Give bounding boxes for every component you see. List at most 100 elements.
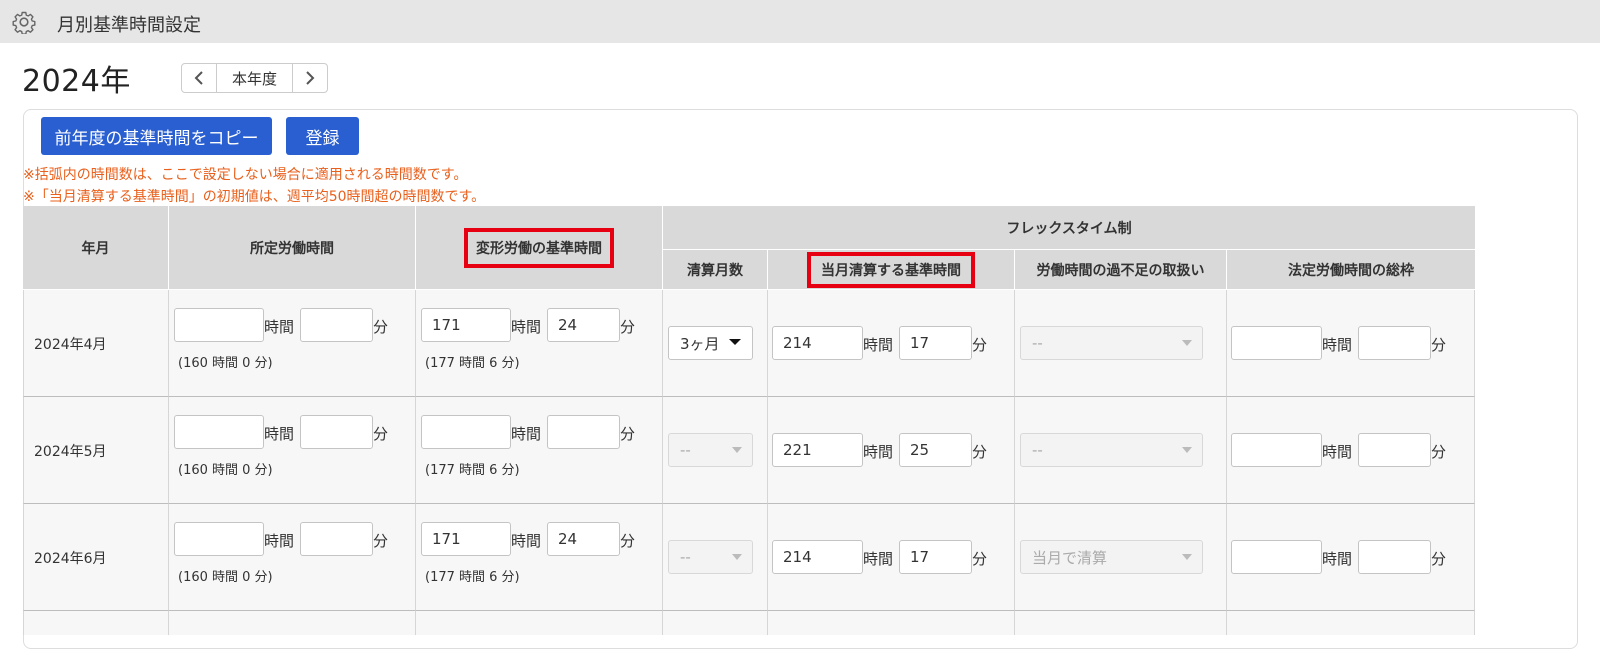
settlement-months-value: -- bbox=[680, 441, 691, 459]
copy-previous-year-button[interactable]: 前年度の基準時間をコピー bbox=[41, 117, 272, 155]
hour-unit: 時間 bbox=[1322, 443, 1353, 461]
scheduled-cell: 時間 分 (160 時間 0 分) bbox=[169, 397, 416, 504]
scheduled-cell: 時間 分 (160 時間 0 分) bbox=[169, 290, 416, 397]
monthly-settle-minutes-input[interactable]: 25 bbox=[899, 433, 972, 467]
table-cell bbox=[768, 611, 1015, 635]
column-header-variable: 変形労働の基準時間 bbox=[416, 206, 663, 290]
table-cell bbox=[663, 611, 768, 635]
monthly-settle-hours-input[interactable]: 221 bbox=[772, 433, 863, 467]
variable-cell: 171 時間 24 分 (177 時間 6 分) bbox=[416, 290, 663, 397]
note-text: ※括弧内の時間数は、ここで設定しない場合に適用される時間数です。 bbox=[23, 167, 468, 183]
default-hint: (160 時間 0 分) bbox=[178, 463, 273, 478]
next-year-button[interactable] bbox=[292, 63, 328, 93]
settlement-months-select[interactable]: -- bbox=[668, 540, 753, 574]
hour-unit: 時間 bbox=[863, 550, 894, 568]
hour-unit: 時間 bbox=[511, 318, 542, 336]
shortage-cell: 当月で清算 bbox=[1015, 504, 1227, 611]
shortage-select[interactable]: 当月で清算 bbox=[1020, 540, 1203, 574]
scheduled-hours-input[interactable] bbox=[174, 308, 264, 342]
save-button[interactable]: 登録 bbox=[286, 117, 359, 155]
hour-unit: 時間 bbox=[511, 425, 542, 443]
minute-unit: 分 bbox=[620, 425, 636, 443]
shortage-select[interactable]: -- bbox=[1020, 326, 1203, 360]
scheduled-hours-input[interactable] bbox=[174, 522, 264, 556]
monthly-settle-hours-input[interactable]: 214 bbox=[772, 540, 863, 574]
shortage-select[interactable]: -- bbox=[1020, 433, 1203, 467]
variable-minutes-input[interactable] bbox=[547, 415, 620, 449]
minute-unit: 分 bbox=[373, 532, 389, 550]
hour-unit: 時間 bbox=[863, 336, 894, 354]
monthly-hours-table: 年月 所定労働時間 変形労働の基準時間 フレックスタイム制 清算月数 当月清算す… bbox=[23, 206, 1476, 635]
scheduled-minutes-input[interactable] bbox=[300, 308, 373, 342]
hour-unit: 時間 bbox=[511, 532, 542, 550]
hour-unit: 時間 bbox=[264, 425, 295, 443]
default-hint: (177 時間 6 分) bbox=[425, 570, 520, 585]
variable-hours-input[interactable]: 171 bbox=[421, 522, 511, 556]
chevron-left-icon bbox=[194, 71, 203, 85]
variable-hours-input[interactable]: 171 bbox=[421, 308, 511, 342]
scheduled-minutes-input[interactable] bbox=[300, 522, 373, 556]
column-header-legal-cap: 法定労働時間の総枠 bbox=[1227, 250, 1475, 290]
legal-cap-hours-input[interactable] bbox=[1231, 540, 1322, 574]
column-header-settlement-months: 清算月数 bbox=[663, 250, 768, 290]
caret-down-icon bbox=[1182, 447, 1192, 453]
shortage-cell: -- bbox=[1015, 397, 1227, 504]
monthly-settle-cell: 214 時間 17 分 bbox=[768, 290, 1015, 397]
default-hint: (177 時間 6 分) bbox=[425, 356, 520, 371]
settlement-months-cell: -- bbox=[663, 504, 768, 611]
month-label: 2024年5月 bbox=[34, 444, 107, 460]
highlighted-header-variable: 変形労働の基準時間 bbox=[464, 227, 614, 268]
table-cell bbox=[1015, 611, 1227, 635]
legal-cap-cell: 時間 分 bbox=[1227, 397, 1475, 504]
prev-year-button[interactable] bbox=[181, 63, 217, 93]
legal-cap-minutes-input[interactable] bbox=[1358, 326, 1431, 360]
scheduled-hours-input[interactable] bbox=[174, 415, 264, 449]
settlement-months-value: -- bbox=[680, 548, 691, 566]
gear-icon[interactable] bbox=[12, 10, 36, 34]
legal-cap-minutes-input[interactable] bbox=[1358, 433, 1431, 467]
year-label: 2024年 bbox=[22, 64, 131, 99]
scheduled-minutes-input[interactable] bbox=[300, 415, 373, 449]
caret-down-icon bbox=[729, 339, 741, 345]
caret-down-icon bbox=[1182, 340, 1192, 346]
monthly-settle-minutes-input[interactable]: 17 bbox=[899, 326, 972, 360]
monthly-settle-minutes-input[interactable]: 17 bbox=[899, 540, 972, 574]
month-label: 2024年6月 bbox=[34, 551, 107, 567]
current-year-button[interactable]: 本年度 bbox=[217, 63, 292, 93]
table-row: 2024年5月 bbox=[23, 397, 169, 504]
minute-unit: 分 bbox=[1431, 443, 1447, 461]
caret-down-icon bbox=[732, 447, 742, 453]
highlighted-header-monthly-settle: 当月清算する基準時間 bbox=[807, 251, 975, 288]
hour-unit: 時間 bbox=[264, 318, 295, 336]
chevron-right-icon bbox=[306, 71, 315, 85]
legal-cap-hours-input[interactable] bbox=[1231, 433, 1322, 467]
minute-unit: 分 bbox=[620, 532, 636, 550]
settlement-months-select[interactable]: 3ヶ月 bbox=[668, 326, 753, 360]
variable-hours-input[interactable] bbox=[421, 415, 511, 449]
variable-minutes-input[interactable]: 24 bbox=[547, 522, 620, 556]
settlement-months-select[interactable]: -- bbox=[668, 433, 753, 467]
default-hint: (160 時間 0 分) bbox=[178, 356, 273, 371]
minute-unit: 分 bbox=[1431, 336, 1447, 354]
scheduled-cell: 時間 分 (160 時間 0 分) bbox=[169, 504, 416, 611]
minute-unit: 分 bbox=[972, 336, 988, 354]
settlement-months-cell: 3ヶ月 bbox=[663, 290, 768, 397]
monthly-settle-cell: 214 時間 17 分 bbox=[768, 504, 1015, 611]
caret-down-icon bbox=[1182, 554, 1192, 560]
legal-cap-hours-input[interactable] bbox=[1231, 326, 1322, 360]
monthly-settle-hours-input[interactable]: 214 bbox=[772, 326, 863, 360]
variable-minutes-input[interactable]: 24 bbox=[547, 308, 620, 342]
legal-cap-cell: 時間 分 bbox=[1227, 504, 1475, 611]
variable-cell: 171 時間 24 分 (177 時間 6 分) bbox=[416, 504, 663, 611]
minute-unit: 分 bbox=[1431, 550, 1447, 568]
column-group-flex: フレックスタイム制 bbox=[663, 206, 1475, 250]
settlement-months-cell: -- bbox=[663, 397, 768, 504]
hour-unit: 時間 bbox=[264, 532, 295, 550]
table-cell bbox=[169, 611, 416, 635]
minute-unit: 分 bbox=[620, 318, 636, 336]
note-text: ※「当月清算する基準時間」の初期値は、週平均50時間超の時間数です。 bbox=[23, 189, 486, 205]
year-navigation: 本年度 bbox=[181, 63, 328, 95]
column-header-month: 年月 bbox=[23, 206, 169, 290]
shortage-cell: -- bbox=[1015, 290, 1227, 397]
legal-cap-minutes-input[interactable] bbox=[1358, 540, 1431, 574]
